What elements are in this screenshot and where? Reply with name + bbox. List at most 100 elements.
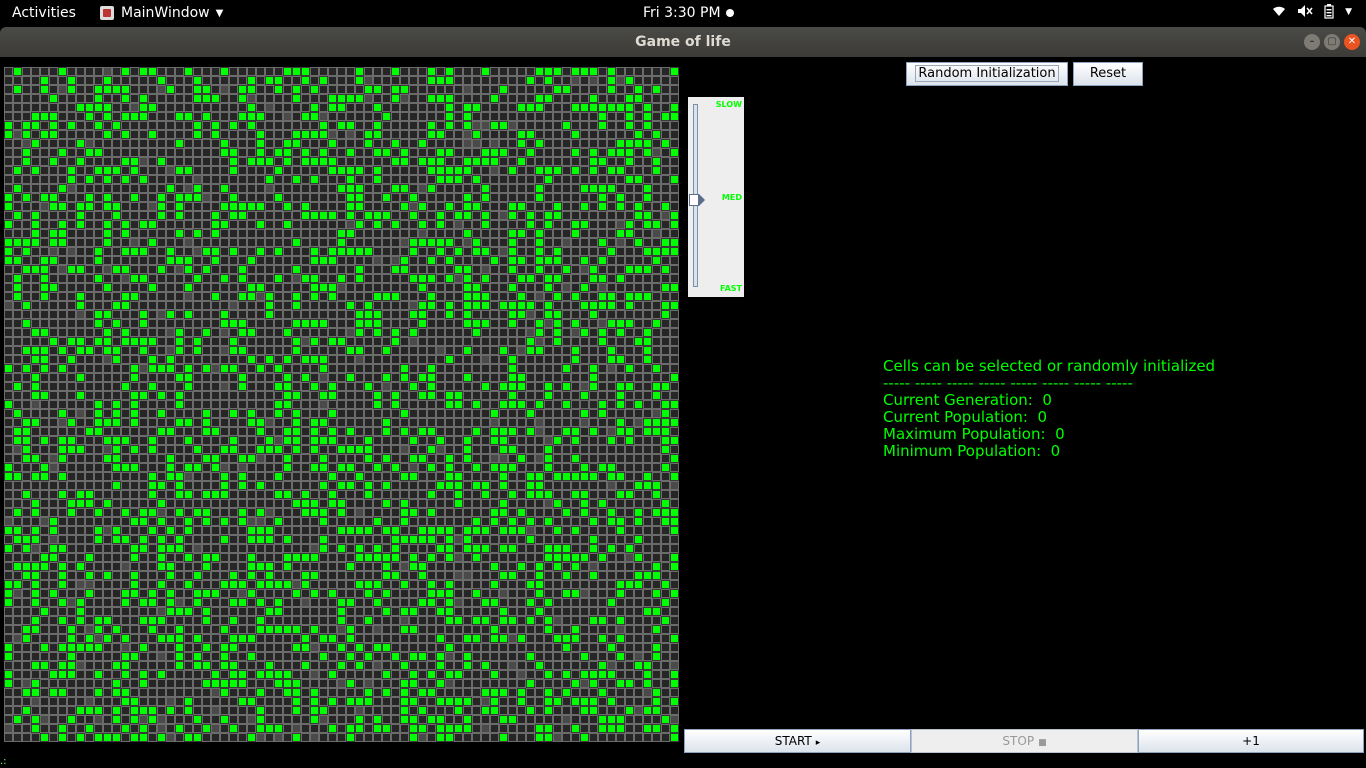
grid-cell[interactable] bbox=[292, 373, 301, 382]
grid-cell[interactable] bbox=[211, 445, 220, 454]
grid-cell[interactable] bbox=[562, 310, 571, 319]
grid-cell[interactable] bbox=[112, 130, 121, 139]
grid-cell[interactable] bbox=[382, 94, 391, 103]
grid-cell[interactable] bbox=[76, 499, 85, 508]
grid-cell[interactable] bbox=[391, 202, 400, 211]
grid-cell[interactable] bbox=[661, 229, 670, 238]
grid-cell[interactable] bbox=[112, 157, 121, 166]
grid-cell[interactable] bbox=[130, 175, 139, 184]
grid-cell[interactable] bbox=[130, 454, 139, 463]
grid-cell[interactable] bbox=[301, 652, 310, 661]
grid-cell[interactable] bbox=[571, 274, 580, 283]
grid-cell[interactable] bbox=[409, 589, 418, 598]
grid-cell[interactable] bbox=[364, 265, 373, 274]
grid-cell[interactable] bbox=[4, 130, 13, 139]
grid-cell[interactable] bbox=[256, 103, 265, 112]
grid-cell[interactable] bbox=[355, 319, 364, 328]
grid-cell[interactable] bbox=[148, 661, 157, 670]
grid-cell[interactable] bbox=[22, 103, 31, 112]
grid-cell[interactable] bbox=[409, 319, 418, 328]
grid-cell[interactable] bbox=[193, 256, 202, 265]
grid-cell[interactable] bbox=[427, 256, 436, 265]
grid-cell[interactable] bbox=[355, 454, 364, 463]
grid-cell[interactable] bbox=[616, 175, 625, 184]
grid-cell[interactable] bbox=[634, 463, 643, 472]
grid-cell[interactable] bbox=[202, 526, 211, 535]
grid-cell[interactable] bbox=[337, 94, 346, 103]
grid-cell[interactable] bbox=[427, 553, 436, 562]
grid-cell[interactable] bbox=[427, 436, 436, 445]
grid-cell[interactable] bbox=[508, 490, 517, 499]
grid-cell[interactable] bbox=[103, 373, 112, 382]
grid-cell[interactable] bbox=[166, 409, 175, 418]
grid-cell[interactable] bbox=[310, 130, 319, 139]
grid-cell[interactable] bbox=[499, 301, 508, 310]
grid-cell[interactable] bbox=[157, 445, 166, 454]
grid-cell[interactable] bbox=[202, 661, 211, 670]
grid-cell[interactable] bbox=[427, 67, 436, 76]
grid-cell[interactable] bbox=[661, 346, 670, 355]
grid-cell[interactable] bbox=[211, 310, 220, 319]
grid-cell[interactable] bbox=[472, 328, 481, 337]
grid-cell[interactable] bbox=[418, 310, 427, 319]
grid-cell[interactable] bbox=[130, 283, 139, 292]
grid-cell[interactable] bbox=[31, 607, 40, 616]
grid-cell[interactable] bbox=[508, 121, 517, 130]
grid-cell[interactable] bbox=[445, 463, 454, 472]
grid-cell[interactable] bbox=[274, 121, 283, 130]
grid-cell[interactable] bbox=[319, 445, 328, 454]
grid-cell[interactable] bbox=[220, 310, 229, 319]
grid-cell[interactable] bbox=[607, 553, 616, 562]
grid-cell[interactable] bbox=[193, 328, 202, 337]
grid-cell[interactable] bbox=[40, 571, 49, 580]
grid-cell[interactable] bbox=[661, 139, 670, 148]
grid-cell[interactable] bbox=[94, 229, 103, 238]
grid-cell[interactable] bbox=[346, 598, 355, 607]
grid-cell[interactable] bbox=[400, 607, 409, 616]
grid-cell[interactable] bbox=[400, 157, 409, 166]
grid-cell[interactable] bbox=[490, 427, 499, 436]
grid-cell[interactable] bbox=[562, 265, 571, 274]
grid-cell[interactable] bbox=[526, 292, 535, 301]
grid-cell[interactable] bbox=[22, 535, 31, 544]
grid-cell[interactable] bbox=[643, 589, 652, 598]
grid-cell[interactable] bbox=[49, 301, 58, 310]
grid-cell[interactable] bbox=[22, 319, 31, 328]
grid-cell[interactable] bbox=[283, 364, 292, 373]
grid-cell[interactable] bbox=[130, 130, 139, 139]
grid-cell[interactable] bbox=[580, 391, 589, 400]
grid-cell[interactable] bbox=[166, 571, 175, 580]
grid-cell[interactable] bbox=[544, 319, 553, 328]
grid-cell[interactable] bbox=[661, 148, 670, 157]
grid-cell[interactable] bbox=[112, 562, 121, 571]
grid-cell[interactable] bbox=[355, 346, 364, 355]
grid-cell[interactable] bbox=[670, 184, 679, 193]
grid-cell[interactable] bbox=[481, 625, 490, 634]
grid-cell[interactable] bbox=[346, 184, 355, 193]
grid-cell[interactable] bbox=[13, 157, 22, 166]
grid-cell[interactable] bbox=[112, 643, 121, 652]
grid-cell[interactable] bbox=[274, 445, 283, 454]
grid-cell[interactable] bbox=[175, 472, 184, 481]
grid-cell[interactable] bbox=[148, 355, 157, 364]
grid-cell[interactable] bbox=[454, 382, 463, 391]
grid-cell[interactable] bbox=[274, 490, 283, 499]
grid-cell[interactable] bbox=[499, 139, 508, 148]
grid-cell[interactable] bbox=[49, 112, 58, 121]
grid-cell[interactable] bbox=[238, 247, 247, 256]
grid-cell[interactable] bbox=[517, 499, 526, 508]
grid-cell[interactable] bbox=[526, 463, 535, 472]
grid-cell[interactable] bbox=[382, 130, 391, 139]
grid-cell[interactable] bbox=[544, 67, 553, 76]
grid-cell[interactable] bbox=[310, 436, 319, 445]
grid-cell[interactable] bbox=[400, 517, 409, 526]
grid-cell[interactable] bbox=[643, 382, 652, 391]
grid-cell[interactable] bbox=[58, 229, 67, 238]
grid-cell[interactable] bbox=[625, 211, 634, 220]
grid-cell[interactable] bbox=[400, 616, 409, 625]
grid-cell[interactable] bbox=[355, 220, 364, 229]
grid-cell[interactable] bbox=[130, 166, 139, 175]
grid-cell[interactable] bbox=[175, 76, 184, 85]
grid-cell[interactable] bbox=[229, 67, 238, 76]
grid-cell[interactable] bbox=[40, 544, 49, 553]
